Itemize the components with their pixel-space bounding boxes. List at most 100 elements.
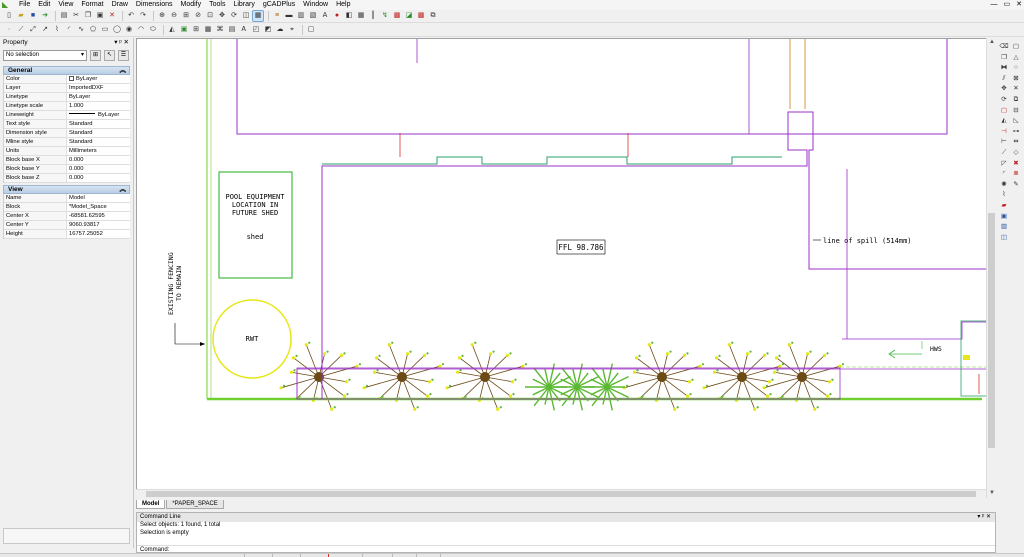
panel-pin-icon[interactable]: ▾ ᵖ ✕ <box>114 38 129 47</box>
property-row[interactable]: Center Y 9060.93817 <box>4 221 130 230</box>
zoom-out-icon[interactable]: ⊖ <box>169 11 179 21</box>
image-icon[interactable]: ◰ <box>251 25 261 35</box>
pedit-icon[interactable]: ⌇ <box>999 190 1009 201</box>
move-icon[interactable]: ✥ <box>999 84 1009 95</box>
color-icon[interactable]: ● <box>332 11 342 21</box>
cut-icon[interactable]: ✂ <box>71 11 81 21</box>
insert-block-icon[interactable]: ⊞ <box>191 25 201 35</box>
polygon-icon[interactable]: ⬠ <box>88 25 98 35</box>
table-icon[interactable]: ▤ <box>227 25 237 35</box>
make-block-icon[interactable]: ▦ <box>203 25 213 35</box>
property-value[interactable]: 9060.93817 <box>67 221 130 229</box>
cad-drawing[interactable]: POOL EQUIPMENT LOCATION IN FUTURE SHED s… <box>137 39 988 489</box>
property-value[interactable]: Millimeters <box>67 147 130 155</box>
menu-view[interactable]: View <box>54 0 77 10</box>
toggle-pickadd-button[interactable]: ☰ <box>118 50 129 61</box>
property-value[interactable]: ImportedDXF <box>67 84 130 92</box>
scale-icon[interactable]: ▢ <box>999 106 1009 117</box>
property-value[interactable]: Standard <box>67 129 130 137</box>
align-icon[interactable]: ◫ <box>999 233 1009 244</box>
view-section-header[interactable]: View ︽ <box>3 185 130 194</box>
mtext-icon[interactable]: Ꭺ <box>239 25 249 35</box>
draw-order-icon[interactable]: ▣ <box>999 212 1009 223</box>
menu-tools[interactable]: Tools <box>205 0 229 10</box>
ellipse-icon[interactable]: ⬭ <box>148 25 158 35</box>
menu-dimensions[interactable]: Dimensions <box>132 0 177 10</box>
property-value[interactable]: ByLayer <box>67 111 130 119</box>
properties-icon[interactable]: ▰ <box>999 201 1009 212</box>
measure-icon[interactable]: ⌖ <box>287 25 297 35</box>
menu-help[interactable]: Help <box>332 0 354 10</box>
property-row[interactable]: Color ByLayer <box>4 75 130 84</box>
arc-3p-icon[interactable]: ◠ <box>136 25 146 35</box>
property-row[interactable]: Units Millimeters <box>4 147 130 156</box>
properties-toggle-icon[interactable]: ▦ <box>252 10 264 22</box>
restore-button[interactable]: ▭ <box>1004 0 1011 10</box>
trim-icon[interactable]: ⊣ <box>999 127 1009 138</box>
minimize-button[interactable]: — <box>991 0 998 10</box>
quick-select-button[interactable]: ⊞ <box>90 50 101 61</box>
scroll-down-icon[interactable]: ▼ <box>987 489 997 497</box>
selection-dropdown[interactable]: No selection ▾ <box>3 50 87 61</box>
mirror-icon[interactable]: ⧓ <box>999 63 1009 74</box>
diamond-tool-icon[interactable]: ◇ <box>1011 148 1021 159</box>
wipeout-icon[interactable]: ◩ <box>263 25 273 35</box>
osnap-icon[interactable]: ◪ <box>404 11 414 21</box>
property-value[interactable]: Standard <box>67 120 130 128</box>
property-value[interactable]: 0.000 <box>67 174 130 182</box>
scroll-up-icon[interactable]: ▲ <box>987 38 997 46</box>
close-tool-icon[interactable]: ✖ <box>1011 159 1021 170</box>
ortho-icon[interactable]: ║ <box>368 11 378 21</box>
block-icon[interactable]: ▥ <box>296 11 306 21</box>
property-value[interactable]: ByLayer <box>67 75 130 83</box>
wedge-tool-icon[interactable]: ◺ <box>1011 116 1021 127</box>
new-file-icon[interactable]: ▯ <box>4 11 14 21</box>
break-icon[interactable]: ⟋ <box>999 148 1009 159</box>
zoom-window-icon[interactable]: ⊞ <box>181 11 191 21</box>
property-row[interactable]: Block base Y 0.000 <box>4 165 130 174</box>
triangle-tool-icon[interactable]: △ <box>1011 53 1021 64</box>
close-button[interactable]: ✕ <box>1016 0 1022 10</box>
stretch-icon[interactable]: ◭ <box>999 116 1009 127</box>
explode-icon[interactable]: ✺ <box>999 180 1009 191</box>
cross-tool-icon[interactable]: ✕ <box>1011 84 1021 95</box>
vertical-scroll-thumb[interactable] <box>988 213 995 448</box>
menu-library[interactable]: Library <box>229 0 258 10</box>
redo-icon[interactable]: ↷ <box>138 11 148 21</box>
save-icon[interactable]: ■ <box>28 11 38 21</box>
property-row[interactable]: Block *Model_Space <box>4 203 130 212</box>
property-value[interactable]: -68581.62595 <box>67 212 130 220</box>
circle-center-icon[interactable]: ◉ <box>124 25 134 35</box>
property-value[interactable]: Standard <box>67 138 130 146</box>
paste-icon[interactable]: ▣ <box>95 11 105 21</box>
command-input[interactable]: Command: <box>137 545 995 553</box>
menu-file[interactable]: File <box>15 0 34 10</box>
magnet-icon[interactable]: ⋒ <box>1011 169 1021 180</box>
horizontal-scrollbar[interactable] <box>136 489 986 498</box>
property-row[interactable]: Linetype ByLayer <box>4 93 130 102</box>
export-icon[interactable]: ➔ <box>40 11 50 21</box>
ray-icon[interactable]: ↗ <box>40 25 50 35</box>
print-icon[interactable]: ▤ <box>59 11 69 21</box>
property-row[interactable]: Height 16757.25052 <box>4 230 130 239</box>
hatch-draw-icon[interactable]: ◭ <box>167 25 177 35</box>
rectangle-icon[interactable]: ▭ <box>100 25 110 35</box>
property-row[interactable]: Center X -68581.62595 <box>4 212 130 221</box>
select-objects-button[interactable]: ↖ <box>104 50 115 61</box>
join-tool-icon[interactable]: ⊶ <box>1011 127 1021 138</box>
revcloud-icon[interactable]: ☁ <box>275 25 285 35</box>
box-tool-icon[interactable]: ⊠ <box>1011 74 1021 85</box>
circle-icon[interactable]: ◯ <box>112 25 122 35</box>
property-row[interactable]: Text style Standard <box>4 120 130 129</box>
copy-tool-icon[interactable]: ⧉ <box>1011 95 1021 106</box>
layer-icon[interactable]: ≡ <box>272 11 282 21</box>
panel-controls-icon[interactable]: ▾ ᵖ ✕ <box>977 513 991 522</box>
lwt-icon[interactable]: ▩ <box>416 11 426 21</box>
chamfer-icon[interactable]: ◸ <box>999 159 1009 170</box>
offset-icon[interactable]: ⫽ <box>999 74 1009 85</box>
drawing-canvas[interactable]: POOL EQUIPMENT LOCATION IN FUTURE SHED s… <box>136 38 996 498</box>
zoom-in-icon[interactable]: ⊕ <box>157 11 167 21</box>
horizontal-scroll-thumb[interactable] <box>146 491 976 497</box>
spline-icon[interactable]: ∿ <box>76 25 86 35</box>
construction-line-icon[interactable]: ⤢ <box>28 25 38 35</box>
